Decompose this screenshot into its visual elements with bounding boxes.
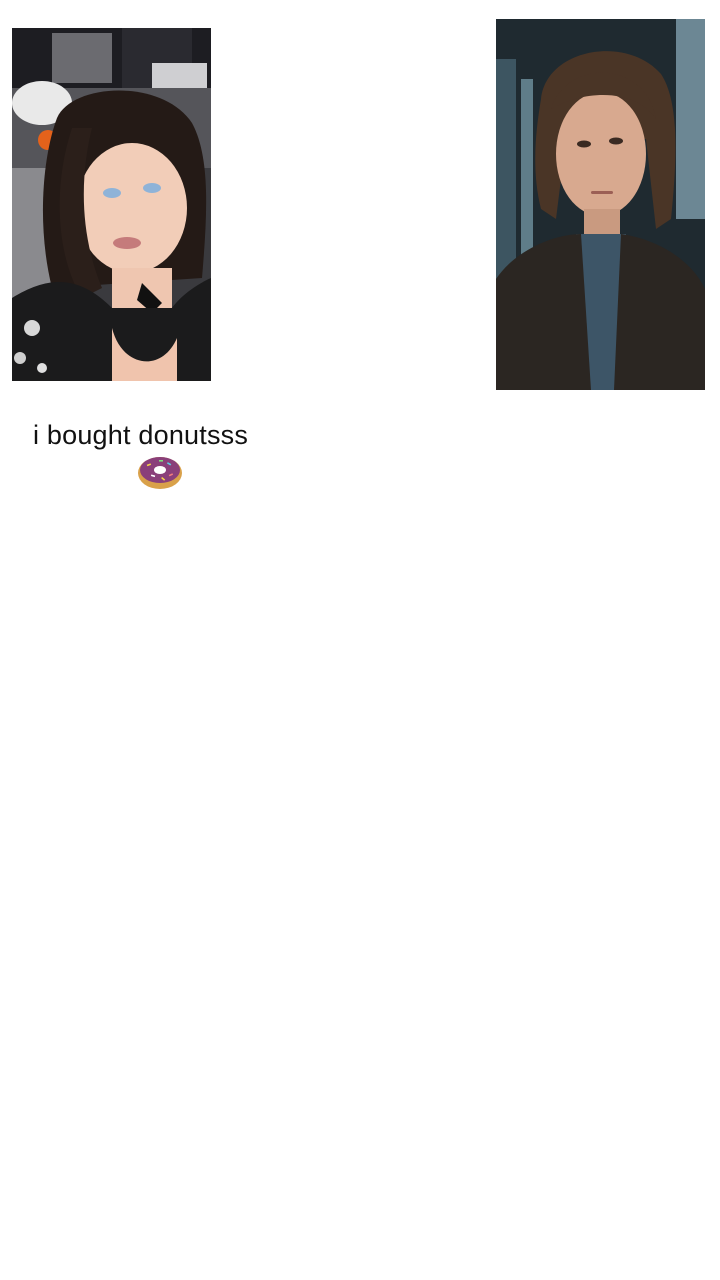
selfie-photo (12, 28, 211, 381)
portrait-photo (496, 19, 705, 390)
donut-icon (137, 452, 183, 490)
selfie-image (12, 28, 211, 381)
caption-text: i bought donutsss (33, 420, 249, 450)
portrait-image (496, 19, 705, 390)
